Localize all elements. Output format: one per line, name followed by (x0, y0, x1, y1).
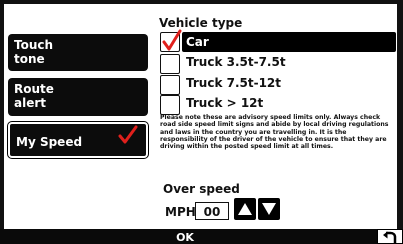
bottom-bar: OK (0, 229, 403, 244)
vehicle-type-title: Vehicle type (159, 16, 243, 30)
vehicle-option-label: Truck > 12t (186, 96, 264, 110)
speed-settings-screen: Touch tone Route alert My Speed Vehicle … (0, 0, 403, 244)
vehicle-option-label: Car (182, 32, 396, 52)
vehicle-option-truck-over-12t[interactable]: Truck > 12t (160, 95, 392, 115)
vehicle-option-label: Truck 3.5t-7.5t (186, 55, 286, 69)
vehicle-option-truck-7-5t-12t[interactable]: Truck 7.5t-12t (160, 75, 392, 95)
check-icon (162, 29, 182, 57)
menu-item-label: Route alert (14, 82, 54, 110)
checkbox[interactable] (160, 95, 180, 115)
speed-down-button[interactable] (258, 198, 280, 220)
menu-item-label: Touch tone (14, 38, 54, 66)
menu-item-my-speed[interactable]: My Speed (7, 121, 149, 159)
vehicle-option-car[interactable]: Car (160, 29, 396, 52)
menu-item-label: My Speed (16, 135, 83, 149)
over-speed-value-field[interactable]: 00 (195, 202, 229, 220)
menu-item-touch-tone[interactable]: Touch tone (8, 34, 148, 71)
advisory-notice: Please note these are advisory speed lim… (160, 114, 389, 151)
menu-item-route-alert[interactable]: Route alert (8, 78, 148, 116)
speed-up-button[interactable] (234, 198, 256, 220)
checkbox[interactable] (160, 75, 180, 95)
vehicle-option-truck-3-5t-7-5t[interactable]: Truck 3.5t-7.5t (160, 54, 392, 74)
over-speed-title: Over speed (163, 182, 240, 196)
back-button[interactable] (377, 229, 403, 244)
checkbox[interactable] (160, 54, 180, 74)
vehicle-option-label: Truck 7.5t-12t (186, 76, 282, 90)
check-icon (118, 125, 138, 155)
mph-label: MPH (165, 205, 196, 219)
ok-button[interactable]: OK (0, 229, 370, 244)
